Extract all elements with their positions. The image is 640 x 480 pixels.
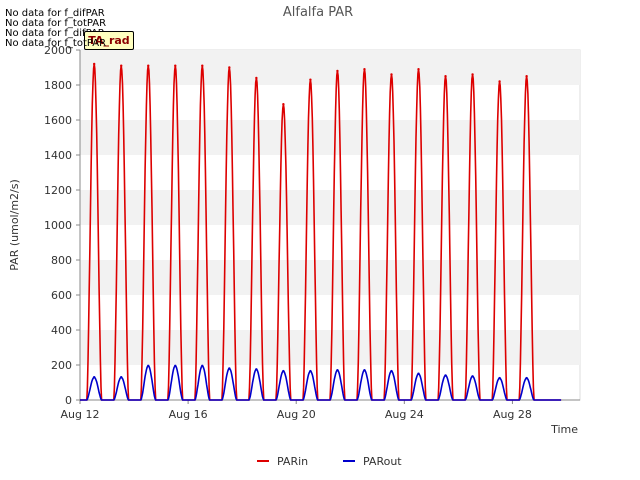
legend-label: PARout — [363, 455, 402, 468]
grid-band — [80, 120, 580, 155]
peak-point — [336, 369, 339, 372]
peak-point — [309, 369, 312, 373]
y-tick-label: 600 — [51, 289, 72, 302]
peak-point — [471, 375, 474, 378]
peak-point — [201, 64, 204, 67]
peak-point — [309, 78, 312, 81]
x-tick-label: Aug 12 — [61, 408, 100, 421]
peak-point — [228, 66, 231, 69]
grid-band — [80, 190, 580, 225]
peak-point — [390, 73, 393, 76]
peak-point — [201, 364, 204, 368]
y-tick-label: 200 — [51, 359, 72, 372]
peak-point — [336, 69, 339, 73]
peak-point — [525, 376, 528, 380]
peak-point — [444, 75, 447, 78]
peak-point — [255, 76, 258, 80]
peak-point — [147, 364, 150, 368]
y-tick-label: 800 — [51, 254, 72, 267]
peak-point — [147, 64, 150, 67]
x-tick-label: Aug 28 — [493, 408, 532, 421]
y-tick-label: 0 — [65, 394, 72, 407]
grid-band — [80, 50, 580, 85]
peak-point — [525, 75, 528, 78]
y-tick-label: 1200 — [44, 184, 72, 197]
peak-point — [120, 64, 123, 67]
y-axis-label: PAR (umol/m2/s) — [8, 179, 21, 271]
x-tick-label: Aug 24 — [385, 408, 424, 421]
y-tick-label: 1000 — [44, 219, 72, 232]
peak-point — [282, 103, 285, 106]
no-data-message: No data for f_totPAR — [5, 38, 107, 49]
x-tick-label: Aug 20 — [277, 408, 316, 421]
y-tick-label: 400 — [51, 324, 72, 337]
legend-label: PARin — [277, 455, 308, 468]
peak-point — [498, 80, 501, 83]
y-tick-label: 1600 — [44, 114, 72, 127]
peak-point — [471, 73, 474, 76]
chart-title: Alfalfa PAR — [283, 5, 353, 20]
peak-point — [363, 369, 366, 372]
peak-point — [417, 372, 420, 375]
peak-point — [255, 368, 258, 371]
peak-point — [417, 68, 420, 71]
chart-canvas: 0200400600800100012001400160018002000 Au… — [8, 5, 581, 468]
x-axis-label: Time — [550, 423, 578, 436]
y-tick-label: 1800 — [44, 79, 72, 92]
peak-point — [363, 68, 366, 71]
peak-point — [498, 376, 501, 380]
peak-point — [92, 376, 96, 379]
peak-point — [174, 64, 177, 67]
peak-point — [282, 369, 285, 373]
peak-point — [120, 376, 123, 379]
y-tick-label: 1400 — [44, 149, 72, 162]
peak-point — [92, 62, 96, 66]
x-tick-label: Aug 16 — [169, 408, 208, 421]
peak-point — [228, 367, 231, 370]
y-axis: 0200400600800100012001400160018002000 — [44, 44, 81, 407]
legend: PARin PARout — [257, 455, 402, 468]
peak-point — [390, 369, 393, 373]
peak-point — [444, 374, 447, 377]
x-axis: Aug 12 Aug 16 Aug 20 Aug 24 Aug 28 — [61, 399, 580, 421]
peak-point — [174, 364, 177, 368]
